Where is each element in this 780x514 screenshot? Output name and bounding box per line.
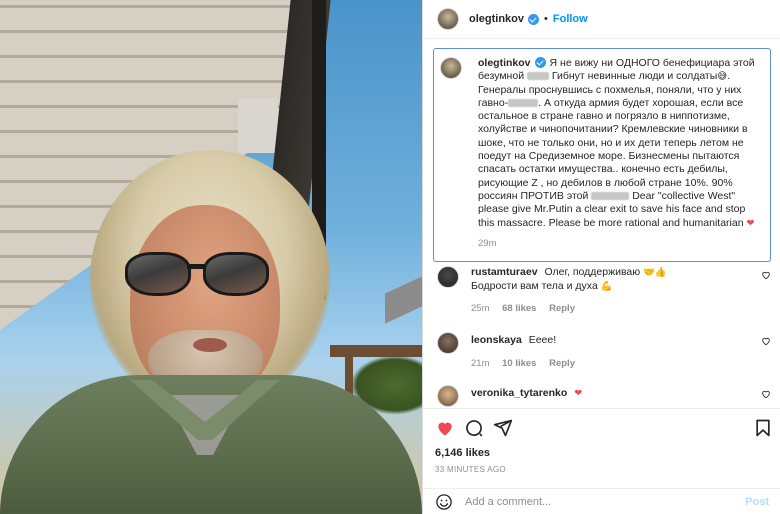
redacted-word — [526, 72, 549, 81]
comment-text: Eeee! — [528, 334, 557, 346]
comment-heart-icon[interactable] — [761, 270, 771, 280]
redacted-word — [508, 98, 539, 107]
bookmark-icon[interactable] — [753, 418, 773, 438]
handshake-emoji: 🤝👍 — [643, 267, 667, 278]
caption-username[interactable]: olegtinkov — [478, 57, 531, 69]
red-heart-emoji: ❤ — [574, 388, 583, 399]
action-bar — [435, 418, 773, 438]
reply-button[interactable]: Reply — [549, 303, 575, 314]
comment-time: 21m — [471, 357, 490, 369]
post-sidebar: olegtinkov • Follow olegtinkov Я не вижу … — [422, 0, 780, 514]
comment-text-line2: Бодрости вам тела и духа — [471, 279, 598, 292]
post-button[interactable]: Post — [745, 496, 769, 508]
grinning-emoji: 😅 — [717, 71, 728, 83]
sunglasses-lens-left — [125, 252, 191, 296]
heart-icon[interactable] — [435, 418, 455, 438]
separator-dot: • — [544, 13, 548, 25]
comment-icon[interactable] — [464, 418, 484, 438]
actions-divider — [423, 408, 780, 409]
comment-text: Олег, поддерживаю — [544, 266, 641, 278]
photo-rail — [385, 276, 422, 324]
comment-body: veronika_tytarenko ❤ — [471, 385, 771, 401]
red-heart-emoji: ❤ — [746, 217, 755, 229]
comment-time: 25m — [471, 303, 490, 314]
post-photo[interactable] — [0, 0, 422, 514]
author-username[interactable]: olegtinkov — [469, 13, 524, 25]
commenter-avatar[interactable] — [437, 385, 459, 407]
header-divider — [423, 38, 780, 39]
comment-username[interactable]: veronika_tytarenko — [471, 387, 567, 399]
comment-heart-icon[interactable] — [761, 336, 771, 346]
photo-mouth — [193, 338, 227, 352]
caption-text-part4: . А откуда армия будет хорошая, если все… — [478, 96, 748, 202]
photo-pole — [330, 345, 422, 357]
flexed-biceps-emoji: 💪 — [600, 280, 613, 292]
comment-username[interactable]: leonskaya — [471, 334, 522, 346]
add-comment-bar: Post — [423, 490, 780, 514]
comment-item: rustamturaev Олег, поддерживаю 🤝👍 Бодрос… — [437, 266, 771, 314]
photo-lamp — [238, 98, 278, 153]
smile-icon[interactable] — [435, 493, 453, 511]
comment-item: veronika_tytarenko ❤ — [437, 385, 771, 407]
caption-time: 29m — [478, 238, 497, 249]
share-icon[interactable] — [493, 418, 513, 438]
comment-input[interactable] — [465, 496, 725, 508]
comment-item: leonskaya Eeee! 21m 10 likes Reply — [437, 332, 771, 369]
comment-meta: 21m 10 likes Reply — [471, 358, 771, 369]
redacted-word — [591, 191, 630, 200]
commenter-avatar[interactable] — [437, 332, 459, 354]
caption-avatar[interactable] — [440, 57, 462, 79]
comment-meta: 25m 68 likes Reply — [471, 303, 771, 314]
photo-sunglasses — [125, 248, 275, 300]
commenter-avatar[interactable] — [437, 266, 459, 288]
likes-count[interactable]: 6,146 likes — [435, 447, 490, 459]
comment-divider — [423, 488, 780, 489]
verified-icon — [534, 57, 546, 68]
caption-text-part2: Гибнут невинные люди и солдаты — [548, 70, 718, 83]
author-avatar[interactable] — [437, 8, 459, 30]
follow-button[interactable]: Follow — [553, 13, 588, 25]
comment-body: leonskaya Eeee! — [471, 332, 771, 348]
caption-text: olegtinkov Я не вижу ни ОДНОГО бенефициар… — [478, 57, 755, 229]
comment-likes[interactable]: 68 likes — [502, 303, 536, 314]
comment-body: rustamturaev Олег, поддерживаю 🤝👍 Бодрос… — [471, 266, 771, 293]
comment-username[interactable]: rustamturaev — [471, 266, 538, 278]
comment-heart-icon[interactable] — [761, 389, 771, 399]
post-header: olegtinkov • Follow — [423, 0, 780, 38]
reply-button[interactable]: Reply — [549, 358, 575, 369]
comment-likes[interactable]: 10 likes — [502, 358, 536, 369]
verified-icon — [528, 13, 540, 25]
post-caption: olegtinkov Я не вижу ни ОДНОГО бенефициар… — [433, 48, 771, 262]
post-time: 33 MINUTES AGO — [435, 465, 506, 474]
sunglasses-lens-right — [203, 252, 269, 296]
